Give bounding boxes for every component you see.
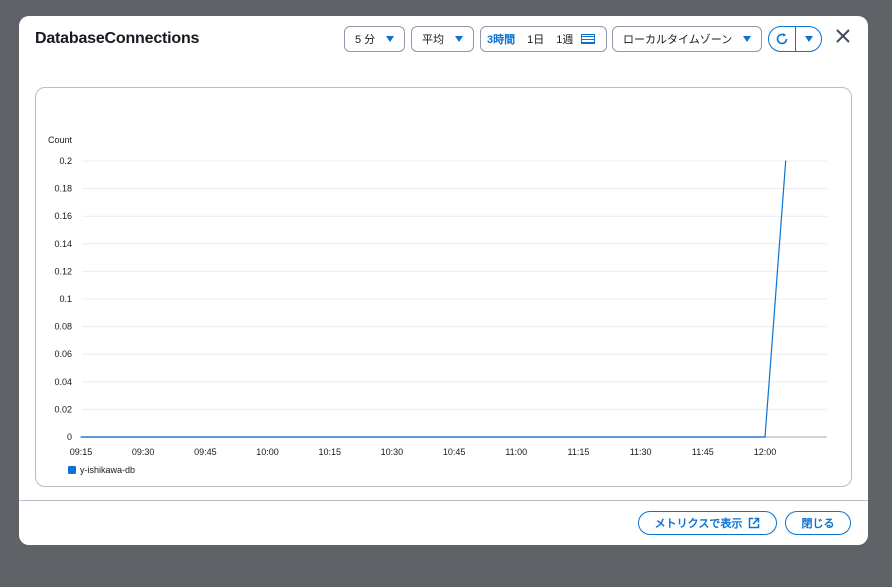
x-tick-label: 11:45 [692,447,714,457]
calendar-icon[interactable] [581,34,596,44]
data-point [598,436,600,438]
period-select-label: 5 分 [355,34,376,46]
range-option-1d[interactable]: 1日 [521,31,550,47]
y-tick-label: 0.12 [54,266,72,276]
data-point [640,436,642,438]
data-point [577,436,580,438]
data-point [163,436,165,438]
data-point [660,436,662,438]
x-tick-label: 11:00 [505,447,527,457]
statistic-select[interactable]: 平均 [411,26,474,52]
y-tick-label: 0.2 [59,156,72,166]
data-point [142,436,144,438]
data-point [349,436,352,438]
x-tick-label: 10:30 [381,447,404,457]
x-tick-label: 09:30 [132,447,155,457]
legend-label: y-ishikawa-db [80,465,135,475]
range-option-3h[interactable]: 3時間 [481,31,521,47]
data-point [308,436,310,438]
y-tick-label: 0.14 [54,239,72,249]
data-point [494,436,497,438]
data-point [80,436,82,438]
x-tick-label: 10:15 [318,447,341,457]
y-tick-label: 0.1 [59,294,72,304]
data-point [515,436,517,438]
data-point [702,436,704,438]
y-axis-label: Count [48,135,73,145]
data-point [184,436,186,438]
data-point [557,436,559,438]
data-point [743,436,745,438]
modal-title: DatabaseConnections [35,30,200,47]
y-tick-label: 0.02 [54,404,72,414]
x-tick-label: 10:45 [443,447,466,457]
x-tick-label: 12:00 [754,447,777,457]
data-point [246,436,248,438]
data-point [287,436,289,438]
data-point [225,436,227,438]
x-tick-label: 09:15 [70,447,93,457]
caret-down-icon [804,36,813,42]
caret-down-icon [386,36,394,42]
data-point [329,436,331,438]
statistic-select-label: 平均 [422,34,444,46]
x-tick-label: 11:30 [630,447,652,457]
close-icon[interactable] [833,28,853,48]
data-point [391,436,393,438]
data-point [681,436,683,438]
y-tick-label: 0.08 [54,322,72,332]
y-tick-label: 0.04 [54,377,72,387]
data-point [764,436,766,438]
chart-container: Count 0.2 0.18 0.16 0.14 0.12 0.1 0.08 0.06 0.04 0… [35,87,852,487]
view-in-metrics-label: メトリクスで表示 [654,518,743,530]
x-tick-label: 09:45 [194,447,217,457]
data-point [412,436,414,438]
data-point [121,436,124,438]
data-point [453,436,455,438]
data-point [370,436,372,438]
period-select[interactable]: 5 分 [344,26,405,52]
time-range-selector: 3時間 1日 1週 [480,26,607,52]
y-tick-label: 0.06 [54,349,72,359]
caret-down-icon [455,36,463,42]
refresh-button[interactable] [769,27,796,51]
timezone-select[interactable]: ローカルタイムゾーン [612,26,762,52]
y-tick-label: 0.18 [54,184,72,194]
refresh-button-group [768,26,822,52]
data-point [101,436,103,438]
y-tick-label: 0.16 [54,211,72,221]
legend-swatch [68,466,76,474]
close-button[interactable]: 閉じる [785,511,851,535]
data-point [266,436,269,438]
data-point [785,160,787,162]
data-point [536,436,538,438]
data-point [204,436,206,438]
y-tick-label: 0 [67,432,72,442]
refresh-options-button[interactable] [796,27,821,51]
range-option-1w[interactable]: 1週 [550,31,579,47]
data-point [619,436,621,438]
footer-divider [19,500,868,501]
timezone-select-label: ローカルタイムゾーン [623,34,733,46]
caret-down-icon [743,36,751,42]
data-point [722,436,725,438]
metric-modal: DatabaseConnections 5 分 平均 3時間 1日 1週 ローカ… [19,16,868,545]
data-point [432,436,434,438]
x-tick-label: 11:15 [568,447,590,457]
refresh-icon [776,33,788,45]
line-chart: Count 0.2 0.18 0.16 0.14 0.12 0.1 0.08 0.06 0.04 0… [48,135,827,475]
external-link-icon [749,517,760,529]
view-in-metrics-button[interactable]: メトリクスで表示 [638,511,777,535]
data-point [474,436,476,438]
close-button-label: 閉じる [801,518,835,530]
x-tick-label: 10:00 [256,447,279,457]
